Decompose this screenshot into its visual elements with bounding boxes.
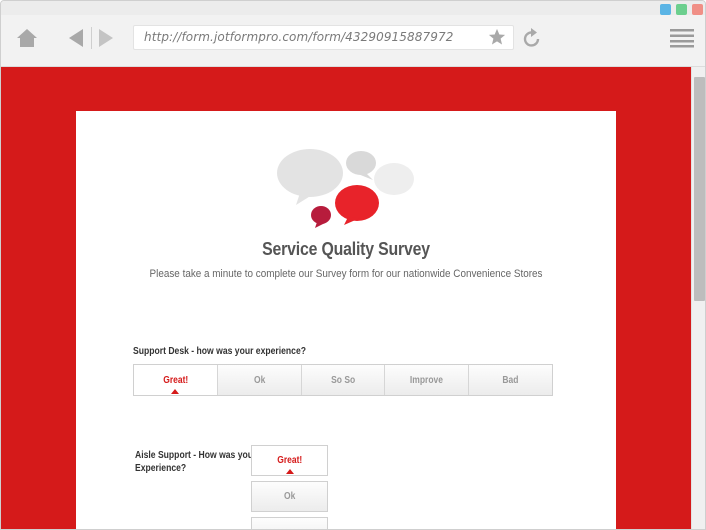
forward-button[interactable] (95, 27, 117, 49)
option-label: Great! (162, 374, 188, 386)
option-label: So So (330, 374, 356, 386)
support-desk-rating: Great! Ok So So Improve Bad (133, 364, 553, 396)
browser-window: http://form.jotformpro.com/form/43290915… (0, 0, 706, 530)
option-label: Bad (502, 374, 519, 386)
speech-bubbles-logo (277, 149, 414, 228)
nav-divider (91, 27, 92, 49)
forward-icon (99, 29, 113, 47)
question-label-line: Aisle Support - How was your (135, 450, 257, 461)
address-bar[interactable]: http://form.jotformpro.com/form/43290915… (133, 25, 514, 50)
question-label-aisle-support: Aisle Support - How was your Experience? (135, 449, 256, 475)
reload-icon (523, 28, 540, 47)
menu-button[interactable] (669, 28, 695, 48)
option-label: Improve (410, 374, 444, 386)
selected-caret-icon (171, 389, 180, 394)
window-title-strip (1, 1, 705, 15)
option-label: Ok (253, 374, 265, 386)
page-viewport: Service Quality Survey Please take a min… (1, 67, 705, 529)
form-title: Service Quality Survey (262, 239, 430, 259)
window-dot-blue[interactable] (660, 4, 671, 15)
aisle-option-ok[interactable]: Ok (251, 481, 328, 512)
question-label-line: Experience? (135, 463, 187, 474)
option-label: Great! (276, 455, 303, 466)
url-text: http://form.jotformpro.com/form/43290915… (144, 30, 454, 44)
question-label-support-desk: Support Desk - how was your experience? (133, 346, 307, 357)
scrollbar-thumb[interactable] (694, 77, 705, 301)
window-dot-green[interactable] (676, 4, 687, 15)
bookmark-button[interactable] (488, 28, 506, 51)
window-dot-red[interactable] (692, 4, 703, 15)
option-improve[interactable]: Improve (385, 365, 470, 395)
form-subtitle: Please take a minute to complete our Sur… (149, 268, 543, 280)
star-icon (488, 28, 506, 45)
aisle-option-great[interactable]: Great! (251, 445, 328, 476)
option-great[interactable]: Great! (134, 365, 218, 395)
home-button[interactable] (15, 27, 39, 49)
menu-icon (670, 29, 694, 48)
reload-button[interactable] (521, 26, 543, 50)
vertical-scrollbar[interactable] (691, 67, 705, 529)
aisle-option-next[interactable] (251, 517, 328, 529)
home-icon (17, 29, 37, 47)
browser-toolbar: http://form.jotformpro.com/form/43290915… (1, 15, 705, 67)
back-icon (69, 29, 83, 47)
back-button[interactable] (65, 27, 87, 49)
option-so-so[interactable]: So So (301, 365, 386, 395)
selected-caret-icon (285, 469, 294, 474)
form-card: Service Quality Survey Please take a min… (76, 111, 616, 529)
option-bad[interactable]: Bad (469, 365, 552, 395)
option-label: Ok (283, 491, 296, 502)
option-ok[interactable]: Ok (217, 365, 302, 395)
